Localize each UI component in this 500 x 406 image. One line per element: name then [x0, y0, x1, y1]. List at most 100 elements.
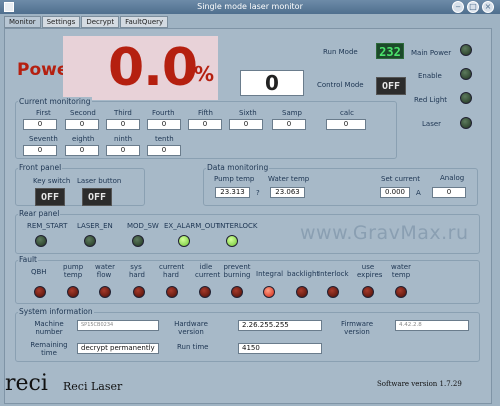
- reci-logo: reci: [5, 371, 48, 396]
- window-title: Single mode laser monitor: [197, 2, 303, 11]
- current-value-fourth: 0: [147, 119, 181, 130]
- run-mode-display: 232: [376, 43, 404, 59]
- system-info-title: System information: [18, 307, 94, 316]
- set-current-label: Set current: [381, 175, 420, 183]
- power-value: 0.0: [108, 38, 198, 98]
- rear-label-interlock: INTERLOCK: [218, 222, 258, 230]
- machine-number-label: Machine number: [34, 320, 64, 336]
- current-value-fifth: 0: [188, 119, 222, 130]
- fault-label-use-expires: use expires: [357, 263, 383, 279]
- software-version: Software version 1.7.29: [377, 380, 462, 388]
- key-switch-indicator: OFF: [35, 188, 65, 206]
- current-value-calc: 0: [326, 119, 366, 130]
- current-value-second: 0: [65, 119, 99, 130]
- current-value-tenth: 0: [147, 145, 181, 156]
- laser-button-label: Laser button: [77, 177, 122, 185]
- current-monitoring-title: Current monitoring: [18, 97, 92, 106]
- rear-label-rem-start: REM_START: [27, 222, 68, 230]
- firmware-version-value: 4.42.2.8: [395, 320, 469, 331]
- analog-value: 0: [432, 187, 466, 198]
- pump-temp-label: Pump temp: [214, 175, 255, 183]
- fault-led-idle-current: [199, 286, 211, 298]
- fault-led-sys-hard: [133, 286, 145, 298]
- main-power-label: Main Power: [411, 49, 452, 57]
- control-mode-switch[interactable]: OFF: [376, 77, 406, 95]
- fault-label-prevent-burning: prevent burning: [223, 263, 251, 279]
- current-label-sixth: Sixth: [239, 109, 257, 117]
- rear-panel-title: Rear panel: [18, 209, 61, 218]
- water-temp-label: Water temp: [268, 175, 310, 183]
- fault-led-integral: [263, 286, 275, 298]
- watermark-text: www.GravMax.ru: [300, 222, 469, 244]
- power-unit: %: [194, 62, 215, 86]
- enable-label: Enable: [418, 72, 442, 80]
- fault-title: Fault: [18, 255, 38, 264]
- current-value-eighth: 0: [65, 145, 99, 156]
- current-label-tenth: tenth: [155, 135, 174, 143]
- current-label-calc: calc: [340, 109, 354, 117]
- remaining-time-label: Remaining time: [30, 341, 68, 357]
- run-time-label: Run time: [177, 343, 209, 351]
- set-current-value: 0.000: [380, 187, 410, 198]
- fault-led-current-hard: [166, 286, 178, 298]
- fault-led-backlight: [296, 286, 308, 298]
- fault-label-sys-hard: sys hard: [129, 263, 145, 279]
- tab-decrypt[interactable]: Decrypt: [81, 16, 120, 28]
- fault-label-current-hard: current hard: [159, 263, 185, 279]
- minimize-icon[interactable]: ‒: [452, 1, 464, 13]
- key-switch-label: Key switch: [33, 177, 71, 185]
- fault-led-pump-temp: [67, 286, 79, 298]
- fault-led-prevent-burning: [231, 286, 243, 298]
- window-controls: ‒ □ ×: [452, 1, 494, 13]
- set-current-unit: A: [416, 189, 421, 197]
- hardware-version-value: 2.26.255.255: [238, 320, 322, 331]
- data-monitoring-title: Data monitoring: [206, 163, 270, 172]
- fault-label-pump-temp: pump temp: [63, 263, 84, 279]
- firmware-version-label: Firmware version: [340, 320, 374, 336]
- fault-label-water-temp: water temp: [391, 263, 411, 279]
- water-temp-value: 23.063: [270, 187, 305, 198]
- app-icon: [4, 2, 14, 12]
- fault-label-integral: Integral: [256, 270, 284, 278]
- current-label-third: Third: [114, 109, 132, 117]
- rear-label-laser-en: LASER_EN: [77, 222, 113, 230]
- fault-led-qbh: [34, 286, 46, 298]
- current-value-third: 0: [106, 119, 140, 130]
- fault-led-use-expires: [362, 286, 374, 298]
- current-label-seventh: Seventh: [29, 135, 58, 143]
- rear-led-interlock: [226, 235, 238, 247]
- laser-led: [460, 117, 472, 129]
- current-label-eighth: eighth: [72, 135, 95, 143]
- fault-led-water-flow: [99, 286, 111, 298]
- close-icon[interactable]: ×: [482, 1, 494, 13]
- front-panel-title: Front panel: [18, 163, 63, 172]
- tab-monitor[interactable]: Monitor: [4, 16, 41, 28]
- tab-settings[interactable]: Settings: [41, 16, 81, 28]
- current-label-ninth: ninth: [114, 135, 132, 143]
- current-label-second: Second: [70, 109, 96, 117]
- machine-number-value: SP15CB0234: [77, 320, 159, 331]
- rear-label-ex-alarm-out: EX_ALARM_OUT: [164, 222, 220, 230]
- current-label-samp: Samp: [282, 109, 302, 117]
- temp-separator: ?: [256, 189, 260, 197]
- tab-bar: Monitor Settings Decrypt FaultQuery: [4, 16, 169, 28]
- red-light-led: [460, 92, 472, 104]
- rear-led-rem-start: [35, 235, 47, 247]
- control-mode-label: Control Mode: [317, 81, 364, 89]
- current-value-seventh: 0: [23, 145, 57, 156]
- fault-label-backlight: backlight: [287, 270, 320, 278]
- pump-temp-value: 23.313: [215, 187, 250, 198]
- current-value-ninth: 0: [106, 145, 140, 156]
- run-time-value: 4150: [238, 343, 322, 354]
- enable-led: [460, 68, 472, 80]
- fault-label-idle-current: idle current: [195, 263, 221, 279]
- analog-label: Analog: [440, 174, 465, 182]
- red-light-label: Red Light: [414, 96, 447, 104]
- maximize-icon[interactable]: □: [467, 1, 479, 13]
- current-value-samp: 0: [272, 119, 306, 130]
- run-mode-label: Run Mode: [323, 48, 358, 56]
- tab-faultquery[interactable]: FaultQuery: [120, 16, 169, 28]
- fault-label-interlock: Interlock: [318, 270, 349, 278]
- current-value-first: 0: [23, 119, 57, 130]
- rear-label-mod-sw: MOD_SW: [127, 222, 159, 230]
